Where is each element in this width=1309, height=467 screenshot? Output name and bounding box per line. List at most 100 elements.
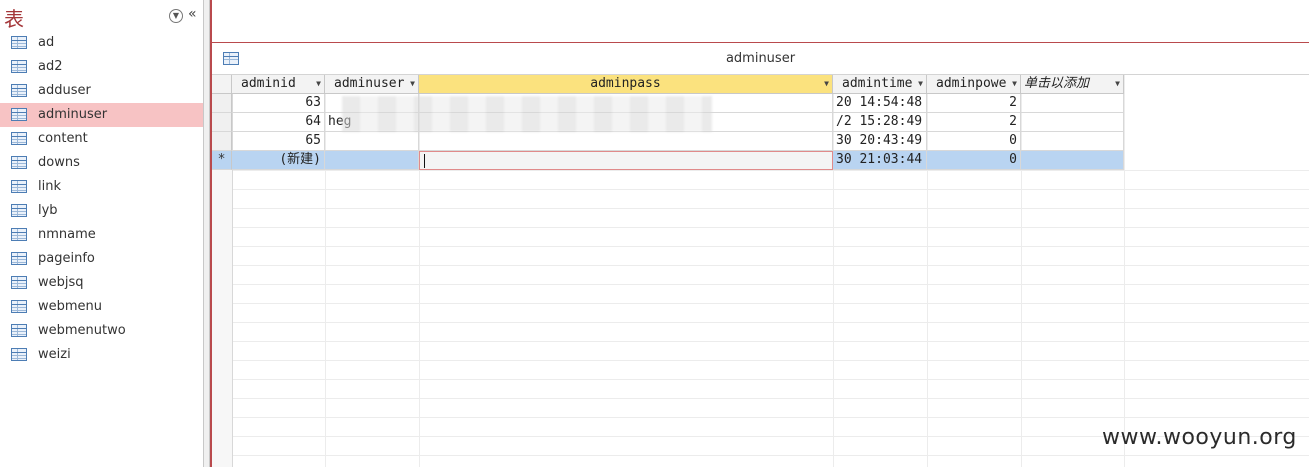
collapse-pane-icon[interactable]: « bbox=[188, 6, 197, 22]
table-icon bbox=[11, 324, 27, 337]
column-header-label: admintime bbox=[842, 76, 913, 91]
row-selector[interactable] bbox=[212, 113, 232, 132]
nav-item-label: ad bbox=[38, 35, 55, 50]
table-list: ad ad2 adduser adminuser content downs link lyb… bbox=[0, 31, 203, 367]
cell-add-column[interactable] bbox=[1021, 151, 1124, 170]
cell-adminid[interactable]: (新建) bbox=[232, 151, 325, 170]
nav-item-content[interactable]: content bbox=[0, 127, 203, 151]
grid-line bbox=[212, 227, 1309, 228]
column-header-label: adminpass bbox=[590, 76, 661, 91]
ribbon-area bbox=[212, 0, 1309, 43]
cell-adminpower[interactable]: 2 bbox=[927, 113, 1021, 132]
table-icon bbox=[11, 348, 27, 361]
cell-adminuser[interactable] bbox=[325, 132, 419, 151]
cell-admintime[interactable]: /2 15:28:49 bbox=[833, 113, 927, 132]
cell-admintime[interactable]: 20 14:54:48 bbox=[833, 94, 927, 113]
table-icon bbox=[11, 228, 27, 241]
cell-admintime[interactable]: 30 21:03:44 bbox=[833, 151, 927, 170]
cell-adminpower[interactable]: 0 bbox=[927, 132, 1021, 151]
nav-item-webmenu[interactable]: webmenu bbox=[0, 295, 203, 319]
table-icon bbox=[11, 252, 27, 265]
redaction-blur bbox=[342, 96, 712, 132]
nav-item-ad2[interactable]: ad2 bbox=[0, 55, 203, 79]
column-header-3[interactable]: adminpass ▼ bbox=[419, 75, 833, 94]
nav-item-label: ad2 bbox=[38, 59, 63, 74]
nav-item-link[interactable]: link bbox=[0, 175, 203, 199]
filter-dropdown-icon[interactable]: ▼ bbox=[410, 75, 415, 93]
chevron-down-icon[interactable]: ▼ bbox=[169, 9, 183, 23]
header-row: adminid ▼ adminuser ▼ adminpass ▼ admintime ▼ ad… bbox=[212, 75, 1124, 94]
column-header-2[interactable]: adminuser ▼ bbox=[325, 75, 419, 94]
cell-adminid[interactable]: 65 bbox=[232, 132, 325, 151]
nav-item-adduser[interactable]: adduser bbox=[0, 79, 203, 103]
table-icon bbox=[11, 60, 27, 73]
nav-item-weizi[interactable]: weizi bbox=[0, 343, 203, 367]
nav-item-downs[interactable]: downs bbox=[0, 151, 203, 175]
cell-add-column[interactable] bbox=[1021, 113, 1124, 132]
nav-item-label: adminuser bbox=[38, 107, 108, 122]
nav-item-label: nmname bbox=[38, 227, 96, 242]
row-selector[interactable] bbox=[212, 94, 232, 113]
grid-line bbox=[212, 322, 1309, 323]
table-icon bbox=[11, 300, 27, 313]
grid-line bbox=[212, 303, 1309, 304]
cell-admintime[interactable]: 30 20:43:49 bbox=[833, 132, 927, 151]
nav-item-label: lyb bbox=[38, 203, 58, 218]
nav-item-nmname[interactable]: nmname bbox=[0, 223, 203, 247]
column-header-label: adminuser bbox=[334, 76, 405, 91]
document-tab[interactable]: adminuser bbox=[212, 43, 1309, 75]
table-icon bbox=[11, 84, 27, 97]
row-selector[interactable] bbox=[212, 132, 232, 151]
table-row[interactable]: 65 30 20:43:49 0 bbox=[212, 132, 1124, 151]
nav-item-label: content bbox=[38, 131, 88, 146]
grid-line bbox=[212, 170, 1309, 171]
new-record-marker[interactable]: * bbox=[212, 151, 232, 170]
nav-item-ad[interactable]: ad bbox=[0, 31, 203, 55]
table-icon bbox=[11, 180, 27, 193]
column-header-label: adminid bbox=[241, 76, 296, 91]
nav-item-webmenutwo[interactable]: webmenutwo bbox=[0, 319, 203, 343]
new-record-row[interactable]: * (新建) 30 21:03:44 0 bbox=[212, 151, 1124, 170]
text-caret bbox=[424, 153, 425, 168]
nav-item-label: link bbox=[38, 179, 61, 194]
filter-dropdown-icon[interactable]: ▼ bbox=[918, 75, 923, 93]
select-all-corner[interactable] bbox=[212, 75, 232, 94]
cell-adminid[interactable]: 63 bbox=[232, 94, 325, 113]
grid-line bbox=[212, 284, 1309, 285]
column-header-6[interactable]: 单击以添加 ▼ bbox=[1021, 75, 1124, 94]
nav-item-adminuser[interactable]: adminuser bbox=[0, 103, 203, 127]
grid-line bbox=[212, 398, 1309, 399]
nav-item-pageinfo[interactable]: pageinfo bbox=[0, 247, 203, 271]
nav-item-label: webjsq bbox=[38, 275, 84, 290]
nav-item-lyb[interactable]: lyb bbox=[0, 199, 203, 223]
column-header-5[interactable]: adminpowe ▼ bbox=[927, 75, 1021, 94]
pane-splitter[interactable] bbox=[203, 0, 210, 467]
nav-item-label: adduser bbox=[38, 83, 91, 98]
table-icon bbox=[11, 132, 27, 145]
filter-dropdown-icon[interactable]: ▼ bbox=[1115, 75, 1120, 93]
cell-add-column[interactable] bbox=[1021, 94, 1124, 113]
navigation-pane: 表 ▼ « ad ad2 adduser adminuser content downs l… bbox=[0, 0, 203, 467]
column-header-4[interactable]: admintime ▼ bbox=[833, 75, 927, 94]
datasheet[interactable]: adminid ▼ adminuser ▼ adminpass ▼ admintime ▼ ad… bbox=[212, 75, 1309, 467]
grid-line bbox=[212, 265, 1309, 266]
grid-line bbox=[212, 360, 1309, 361]
cell-adminid[interactable]: 64 bbox=[232, 113, 325, 132]
grid-line bbox=[1124, 75, 1125, 467]
cell-adminpower[interactable]: 2 bbox=[927, 94, 1021, 113]
grid-line bbox=[212, 246, 1309, 247]
nav-item-webjsq[interactable]: webjsq bbox=[0, 271, 203, 295]
cell-adminpower[interactable]: 0 bbox=[927, 151, 1021, 170]
cell-adminpass-editing[interactable] bbox=[419, 151, 833, 170]
column-header-1[interactable]: adminid ▼ bbox=[232, 75, 325, 94]
cell-add-column[interactable] bbox=[1021, 132, 1124, 151]
grid-line bbox=[212, 455, 1309, 456]
table-icon bbox=[11, 156, 27, 169]
nav-item-label: pageinfo bbox=[38, 251, 95, 266]
cell-adminpass[interactable] bbox=[419, 132, 833, 151]
filter-dropdown-icon[interactable]: ▼ bbox=[824, 75, 829, 93]
filter-dropdown-icon[interactable]: ▼ bbox=[1012, 75, 1017, 93]
grid-line bbox=[212, 379, 1309, 380]
cell-adminuser[interactable] bbox=[325, 151, 419, 170]
filter-dropdown-icon[interactable]: ▼ bbox=[316, 75, 321, 93]
